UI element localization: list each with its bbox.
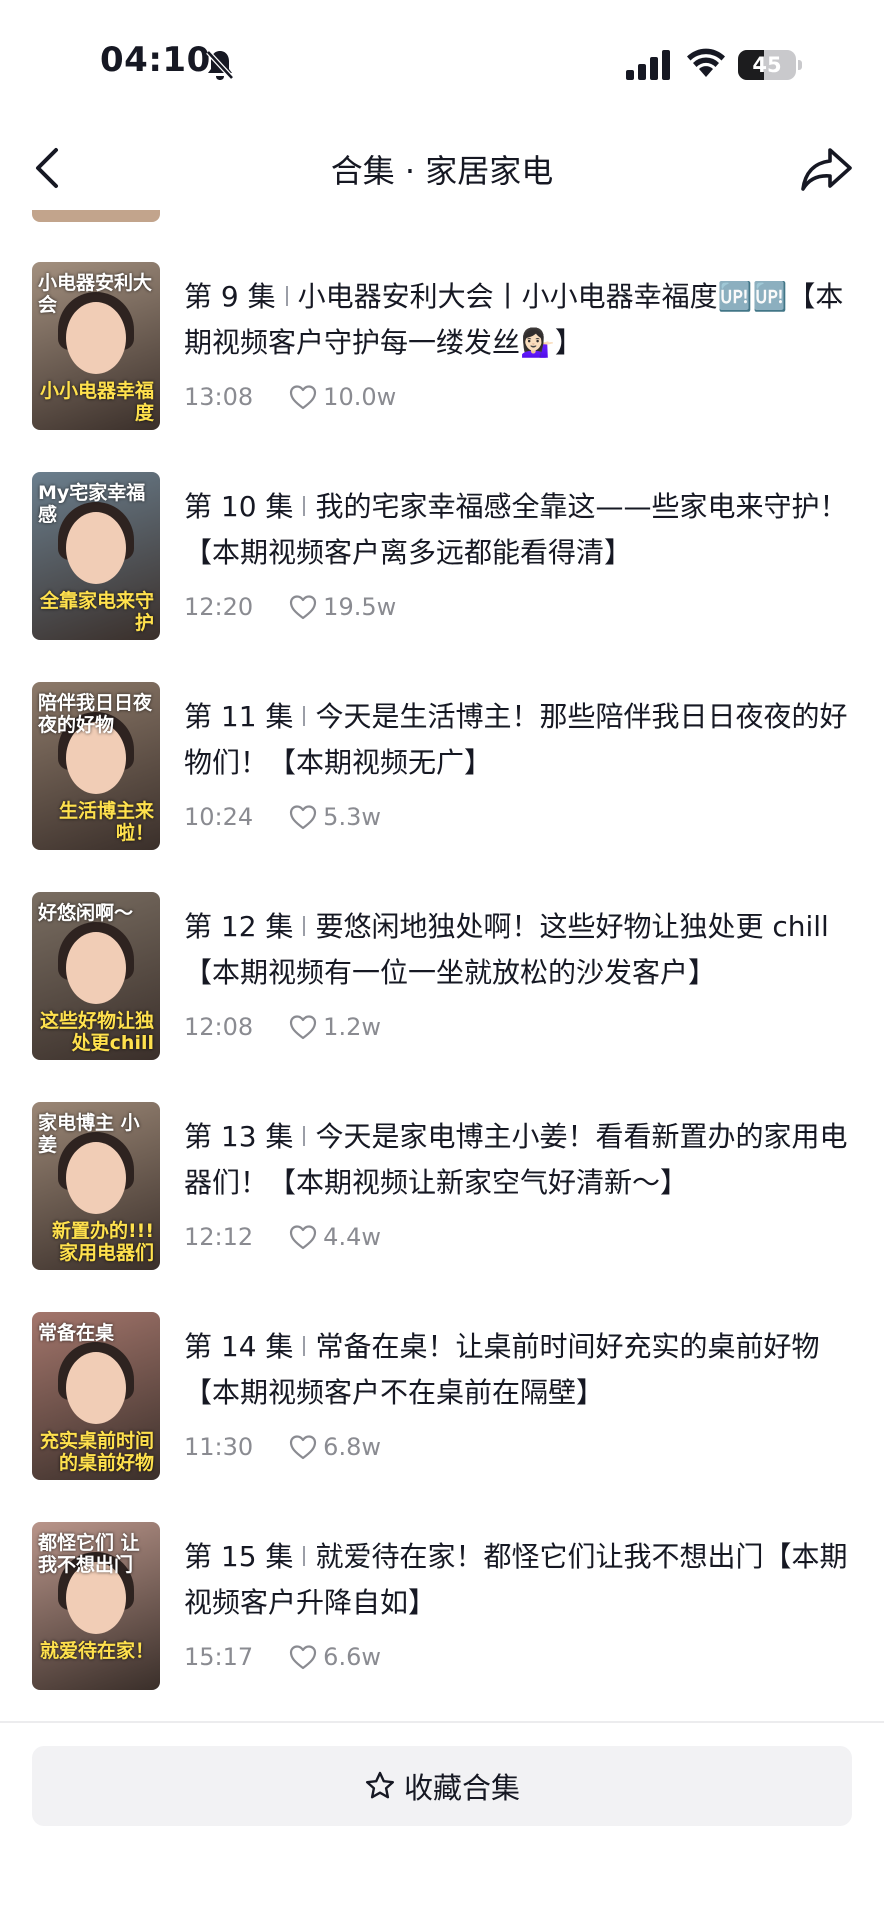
heart-icon [290, 1645, 317, 1670]
thumbnail-caption-bottom: 新置办的!!! 家用电器们 [52, 1220, 154, 1264]
episode-number: 第 9 集 [184, 280, 276, 313]
episode-duration: 12:20 [184, 593, 254, 621]
episode-title[interactable]: 第 9 集小电器安利大会丨小小电器幸福度🆙🆙【本期视频客户守护每一缕发丝💁🏻‍♀… [184, 274, 854, 366]
wifi-icon [687, 48, 725, 77]
episode-meta: 15:17 6.6w [184, 1640, 381, 1674]
thumbnail-caption-bottom: 生活博主来啦！ [58, 800, 154, 844]
episode-thumbnail[interactable]: 都怪它们 让我不想出门就爱待在家！ [32, 1522, 160, 1690]
episode-meta: 13:08 10.0w [184, 380, 396, 414]
thumbnail-face [66, 932, 126, 1004]
episode-duration: 15:17 [184, 1643, 254, 1671]
collect-label: 收藏合集 [403, 1771, 520, 1805]
previous-episode-thumbnail[interactable] [32, 210, 160, 222]
episode-meta: 10:24 5.3w [184, 800, 381, 834]
episode-number: 第 14 集 [184, 1330, 294, 1363]
thumbnail-caption-top: 小电器安利大会 [38, 272, 153, 316]
collect-collection-button[interactable]: 收藏合集 [32, 1746, 852, 1826]
episode-item[interactable]: 家电博主 小姜新置办的!!! 家用电器们第 13 集今天是家电博主小姜！看看新置… [0, 1102, 884, 1272]
episode-likes: 6.6w [323, 1643, 381, 1671]
episode-title[interactable]: 第 13 集今天是家电博主小姜！看看新置办的家用电器们！【本期视频让新家空气好清… [184, 1114, 854, 1206]
episode-likes: 6.8w [323, 1433, 381, 1461]
battery-percent: 45 [752, 53, 782, 77]
cellular-signal-icon [626, 50, 670, 80]
episode-meta: 12:20 19.5w [184, 590, 396, 624]
episode-item[interactable]: 都怪它们 让我不想出门就爱待在家！ 第 15 集就爱待在家！都怪它们让我不想出门【… [0, 1522, 884, 1692]
episode-meta: 12:12 4.4w [184, 1220, 381, 1254]
thumbnail-caption-top: My宅家幸福感 [38, 482, 146, 526]
episode-number: 第 12 集 [184, 910, 294, 943]
episode-duration: 10:24 [184, 803, 254, 831]
episode-item[interactable]: 陪伴我日日夜夜的好物生活博主来啦！ 第 11 集今天是生活博主！那些陪伴我日日夜夜… [0, 682, 884, 852]
episode-meta: 11:30 6.8w [184, 1430, 381, 1464]
thumbnail-face [66, 1352, 126, 1424]
episode-duration: 11:30 [184, 1433, 254, 1461]
episode-thumbnail[interactable]: 常备在桌充实桌前时间的桌前好物 [32, 1312, 160, 1480]
thumbnail-caption-bottom: 充实桌前时间的桌前好物 [39, 1430, 154, 1474]
heart-icon [290, 1015, 317, 1040]
episode-title[interactable]: 第 14 集常备在桌！让桌前时间好充实的桌前好物【本期视频客户不在桌前在隔壁】 [184, 1324, 854, 1416]
separator [303, 1126, 306, 1146]
thumbnail-caption-bottom: 全靠家电来守护 [39, 590, 154, 634]
episode-number: 第 10 集 [184, 490, 294, 523]
separator [303, 1336, 306, 1356]
thumbnail-caption-bottom: 就爱待在家！ [39, 1640, 154, 1662]
share-icon[interactable] [798, 144, 854, 194]
episode-likes: 10.0w [323, 383, 397, 411]
thumbnail-caption-top: 常备在桌 [38, 1322, 115, 1344]
status-time: 04:10 [100, 40, 211, 80]
status-bar: 04:10 45 [0, 0, 884, 130]
thumbnail-caption-top: 家电博主 小姜 [38, 1112, 140, 1156]
divider [0, 1721, 884, 1723]
nav-header: 合集 · 家居家电 [0, 130, 884, 210]
battery-indicator: 45 [738, 50, 802, 80]
episode-number: 第 13 集 [184, 1120, 294, 1153]
page-title: 合集 · 家居家电 [330, 152, 554, 190]
episode-number: 第 11 集 [184, 700, 294, 733]
episode-duration: 13:08 [184, 383, 254, 411]
separator [303, 496, 306, 516]
thumbnail-caption-bottom: 小小电器幸福度 [39, 380, 154, 424]
heart-icon [290, 595, 317, 620]
episode-likes: 19.5w [323, 593, 397, 621]
episode-thumbnail[interactable]: 家电博主 小姜新置办的!!! 家用电器们 [32, 1102, 160, 1270]
episode-duration: 12:08 [184, 1013, 254, 1041]
episode-thumbnail[interactable]: 好悠闲啊～ 这些好物让独处更chill [32, 892, 160, 1060]
thumbnail-caption-top: 都怪它们 让我不想出门 [38, 1532, 140, 1576]
episode-item[interactable]: 小电器安利大会 小小电器幸福度第 9 集小电器安利大会丨小小电器幸福度🆙🆙【本期视… [0, 262, 884, 432]
episode-item[interactable]: My宅家幸福感 全靠家电来守护第 10 集我的宅家幸福感全靠这——些家电来守护！【… [0, 472, 884, 642]
episode-title[interactable]: 第 15 集就爱待在家！都怪它们让我不想出门【本期视频客户升降自如】 [184, 1534, 854, 1626]
thumbnail-caption-top: 陪伴我日日夜夜的好物 [38, 692, 153, 736]
episode-likes: 4.4w [323, 1223, 381, 1251]
episode-likes: 1.2w [323, 1013, 381, 1041]
thumbnail-caption-top: 好悠闲啊～ [38, 902, 134, 924]
back-icon[interactable] [28, 140, 68, 196]
episode-duration: 12:12 [184, 1223, 254, 1251]
star-icon [365, 1771, 394, 1799]
episode-title[interactable]: 第 10 集我的宅家幸福感全靠这——些家电来守护！【本期视频客户离多远都能看得清… [184, 484, 854, 576]
episode-list[interactable]: 小电器安利大会 小小电器幸福度第 9 集小电器安利大会丨小小电器幸福度🆙🆙【本期视… [0, 210, 884, 1720]
episode-title-text: 小电器安利大会丨小小电器幸福度🆙🆙【本期视频客户守护每一缕发丝💁🏻‍♀️】 [184, 280, 844, 359]
thumbnail-caption-bottom: 这些好物让独处更chill [39, 1010, 154, 1054]
separator [303, 916, 306, 936]
bell-off-icon [206, 50, 234, 80]
episode-likes: 5.3w [323, 803, 381, 831]
heart-icon [290, 1435, 317, 1460]
episode-number: 第 15 集 [184, 1540, 294, 1573]
separator [303, 706, 306, 726]
episode-title[interactable]: 第 11 集今天是生活博主！那些陪伴我日日夜夜的好物们！【本期视频无广】 [184, 694, 854, 786]
episode-thumbnail[interactable]: My宅家幸福感 全靠家电来守护 [32, 472, 160, 640]
separator [285, 286, 288, 306]
heart-icon [290, 1225, 317, 1250]
episode-item[interactable]: 好悠闲啊～ 这些好物让独处更chill 第 12 集要悠闲地独处啊！这些好物让独处更… [0, 892, 884, 1062]
heart-icon [290, 385, 317, 410]
episode-title[interactable]: 第 12 集要悠闲地独处啊！这些好物让独处更 chill【本期视频有一位一坐就放… [184, 904, 854, 996]
episode-thumbnail[interactable]: 小电器安利大会 小小电器幸福度 [32, 262, 160, 430]
separator [303, 1546, 306, 1566]
episode-item[interactable]: 常备在桌充实桌前时间的桌前好物第 14 集常备在桌！让桌前时间好充实的桌前好物【… [0, 1312, 884, 1482]
heart-icon [290, 805, 317, 830]
episode-thumbnail[interactable]: 陪伴我日日夜夜的好物生活博主来啦！ [32, 682, 160, 850]
episode-meta: 12:08 1.2w [184, 1010, 381, 1044]
